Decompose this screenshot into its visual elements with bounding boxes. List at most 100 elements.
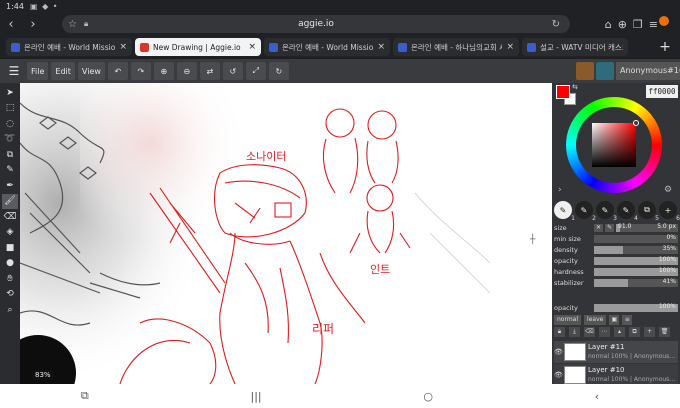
- recents-app-icon[interactable]: ⧉: [81, 389, 89, 403]
- opacity-slider[interactable]: 100%: [594, 256, 678, 265]
- forward-icon[interactable]: ›: [22, 13, 44, 35]
- drawing-canvas[interactable]: 소나이터 리퍼 인트 83% ┼: [20, 83, 552, 384]
- move-up-icon[interactable]: ▴: [614, 327, 625, 337]
- add-tab-icon[interactable]: ⊕: [618, 18, 627, 31]
- hardness-slider[interactable]: 100%: [594, 267, 678, 276]
- layer-opacity-slider[interactable]: 100%: [594, 303, 678, 312]
- blend-mode-select[interactable]: normal: [554, 315, 582, 325]
- color-wheel[interactable]: [566, 97, 662, 193]
- brush-preset-4[interactable]: ✎ 4: [617, 201, 638, 222]
- new-tab-button[interactable]: +: [656, 38, 674, 56]
- slider-label: min size: [554, 234, 581, 243]
- density-slider-row: density 35%: [554, 244, 678, 255]
- fullscreen-icon[interactable]: ⤢: [245, 62, 266, 80]
- rotate-left-icon[interactable]: ↺: [222, 62, 243, 80]
- swap-colors-icon[interactable]: ⇆: [572, 83, 578, 91]
- add-layer-icon[interactable]: +: [644, 327, 655, 337]
- tab-1[interactable]: New Drawing | Aggie.io ×: [135, 38, 261, 56]
- view-menu[interactable]: View: [77, 62, 105, 80]
- brush-preset-6[interactable]: +6: [659, 201, 680, 222]
- select-ellipse-icon[interactable]: ◌: [2, 116, 18, 132]
- eye-icon[interactable]: 👁︎: [554, 348, 563, 356]
- eye-icon[interactable]: 👁︎: [554, 371, 563, 379]
- brush-preset-3[interactable]: ✎ 3: [596, 201, 617, 222]
- zoom-out-icon[interactable]: ⊖: [176, 62, 197, 80]
- lasso-icon[interactable]: ➰: [2, 132, 18, 148]
- hand-icon[interactable]: ✋︎: [2, 271, 18, 287]
- clear-layer-icon[interactable]: ⌫: [584, 327, 595, 337]
- tab-4[interactable]: 설교 - WATV 미디어 캐스트 -: [522, 38, 628, 56]
- more-icon[interactable]: ⋯: [599, 327, 610, 337]
- brush-settings: size ✕ ✎ 91.0 5.0 px min size 0% density: [554, 222, 678, 288]
- tab-title: New Drawing | Aggie.io: [153, 42, 241, 52]
- move-icon[interactable]: ➤: [2, 85, 18, 101]
- delete-layer-icon[interactable]: 🗑︎: [659, 327, 670, 337]
- username[interactable]: Anonymous#1631: [616, 62, 680, 80]
- density-slider[interactable]: 35%: [594, 244, 678, 254]
- close-icon[interactable]: ×: [119, 42, 127, 52]
- redo-icon[interactable]: ↷: [130, 62, 151, 80]
- color-picker-handle[interactable]: [633, 120, 639, 126]
- duplicate-icon[interactable]: ⧉: [629, 327, 640, 337]
- merge-down-icon[interactable]: ⤓: [569, 327, 580, 337]
- flip-icon[interactable]: ⇄: [199, 62, 220, 80]
- layer-item[interactable]: 👁︎ Layer #10 normal 100% | Anonymous...: [554, 364, 678, 386]
- rectangle-icon[interactable]: ■: [2, 240, 18, 256]
- crop-icon[interactable]: ⧉: [2, 147, 18, 163]
- close-icon[interactable]: ×: [377, 42, 385, 52]
- brush-preset-2[interactable]: ✎ 2: [575, 201, 596, 222]
- circle-icon[interactable]: ●: [2, 256, 18, 272]
- address-bar[interactable]: ☆ 🔒︎ aggie.io ↻: [62, 15, 570, 33]
- foreground-color-swatch[interactable]: [556, 85, 570, 99]
- expand-arrow-icon[interactable]: ›: [558, 185, 562, 195]
- hex-color-input[interactable]: ff0000: [646, 85, 678, 98]
- home-button-icon[interactable]: ○: [423, 390, 433, 403]
- layer-add-icon[interactable]: ▣: [609, 315, 620, 325]
- layer-info: Layer #11 normal 100% | Anonymous...: [588, 343, 675, 361]
- reload-icon[interactable]: ↻: [552, 19, 560, 30]
- select-rect-icon[interactable]: ⬚: [2, 101, 18, 117]
- pressure-icon[interactable]: ✎: [605, 223, 614, 232]
- layer-item[interactable]: 👁︎ Layer #11 normal 100% | Anonymous...: [554, 341, 678, 363]
- back-icon[interactable]: ‹: [0, 13, 22, 35]
- rotate-icon[interactable]: ⟲: [2, 287, 18, 303]
- layer-controls: normal leave ▣ ≡: [554, 315, 678, 325]
- tab-2[interactable]: 온라인 예배 - World Mission ... ×: [264, 38, 390, 56]
- zoom-in-icon[interactable]: ⊕: [153, 62, 174, 80]
- close-icon[interactable]: ×: [248, 42, 256, 52]
- undo-icon[interactable]: ↶: [107, 62, 128, 80]
- tab-3[interactable]: 온라인 예배 - 하나님의교회 세... ×: [393, 38, 519, 56]
- tabs-icon[interactable]: ❐: [633, 18, 643, 31]
- close-icon[interactable]: ×: [506, 42, 514, 52]
- menu-icon[interactable]: ≡: [649, 18, 658, 31]
- min-size-slider[interactable]: 0%: [594, 234, 678, 243]
- back-button-icon[interactable]: ‹: [595, 390, 599, 403]
- eraser-icon[interactable]: ⌫: [2, 209, 18, 225]
- stabilizer-slider[interactable]: 41%: [594, 278, 678, 287]
- brush-icon[interactable]: 🖌︎: [2, 193, 18, 209]
- fill-icon[interactable]: ◈: [2, 225, 18, 241]
- brush-preset-1[interactable]: ✎ 1: [554, 201, 575, 222]
- edit-menu[interactable]: Edit: [51, 62, 75, 80]
- size-slider[interactable]: 91.0 5.0 px: [616, 223, 678, 232]
- recent-apps-icon[interactable]: |||: [250, 390, 261, 403]
- layer-menu-icon[interactable]: ≡: [622, 315, 633, 325]
- hamburger-menu-icon[interactable]: ☰: [4, 62, 24, 80]
- tab-title: 설교 - WATV 미디어 캐스트 -: [540, 42, 623, 52]
- leave-button[interactable]: leave: [584, 315, 607, 325]
- eyedropper-icon[interactable]: ✎: [2, 163, 18, 179]
- slider-value: 35%: [662, 244, 676, 252]
- gear-icon[interactable]: ⚙: [664, 185, 672, 195]
- lock-icon[interactable]: ✕: [594, 223, 603, 232]
- tab-0[interactable]: 온라인 예배 - World Mission ... ×: [6, 38, 132, 56]
- owner-avatar[interactable]: [576, 62, 594, 80]
- pen-icon[interactable]: ✒: [2, 178, 18, 194]
- rotate-right-icon[interactable]: ↻: [268, 62, 289, 80]
- saturation-value-picker[interactable]: [592, 120, 639, 167]
- brush-preset-5[interactable]: ⧉ 5: [638, 201, 659, 222]
- lock-layer-icon[interactable]: 🔒︎: [554, 327, 565, 337]
- home-icon[interactable]: ⌂: [605, 18, 612, 31]
- zoom-icon[interactable]: ⌕: [2, 302, 18, 318]
- file-menu[interactable]: File: [27, 62, 49, 80]
- user-avatar[interactable]: [596, 62, 614, 80]
